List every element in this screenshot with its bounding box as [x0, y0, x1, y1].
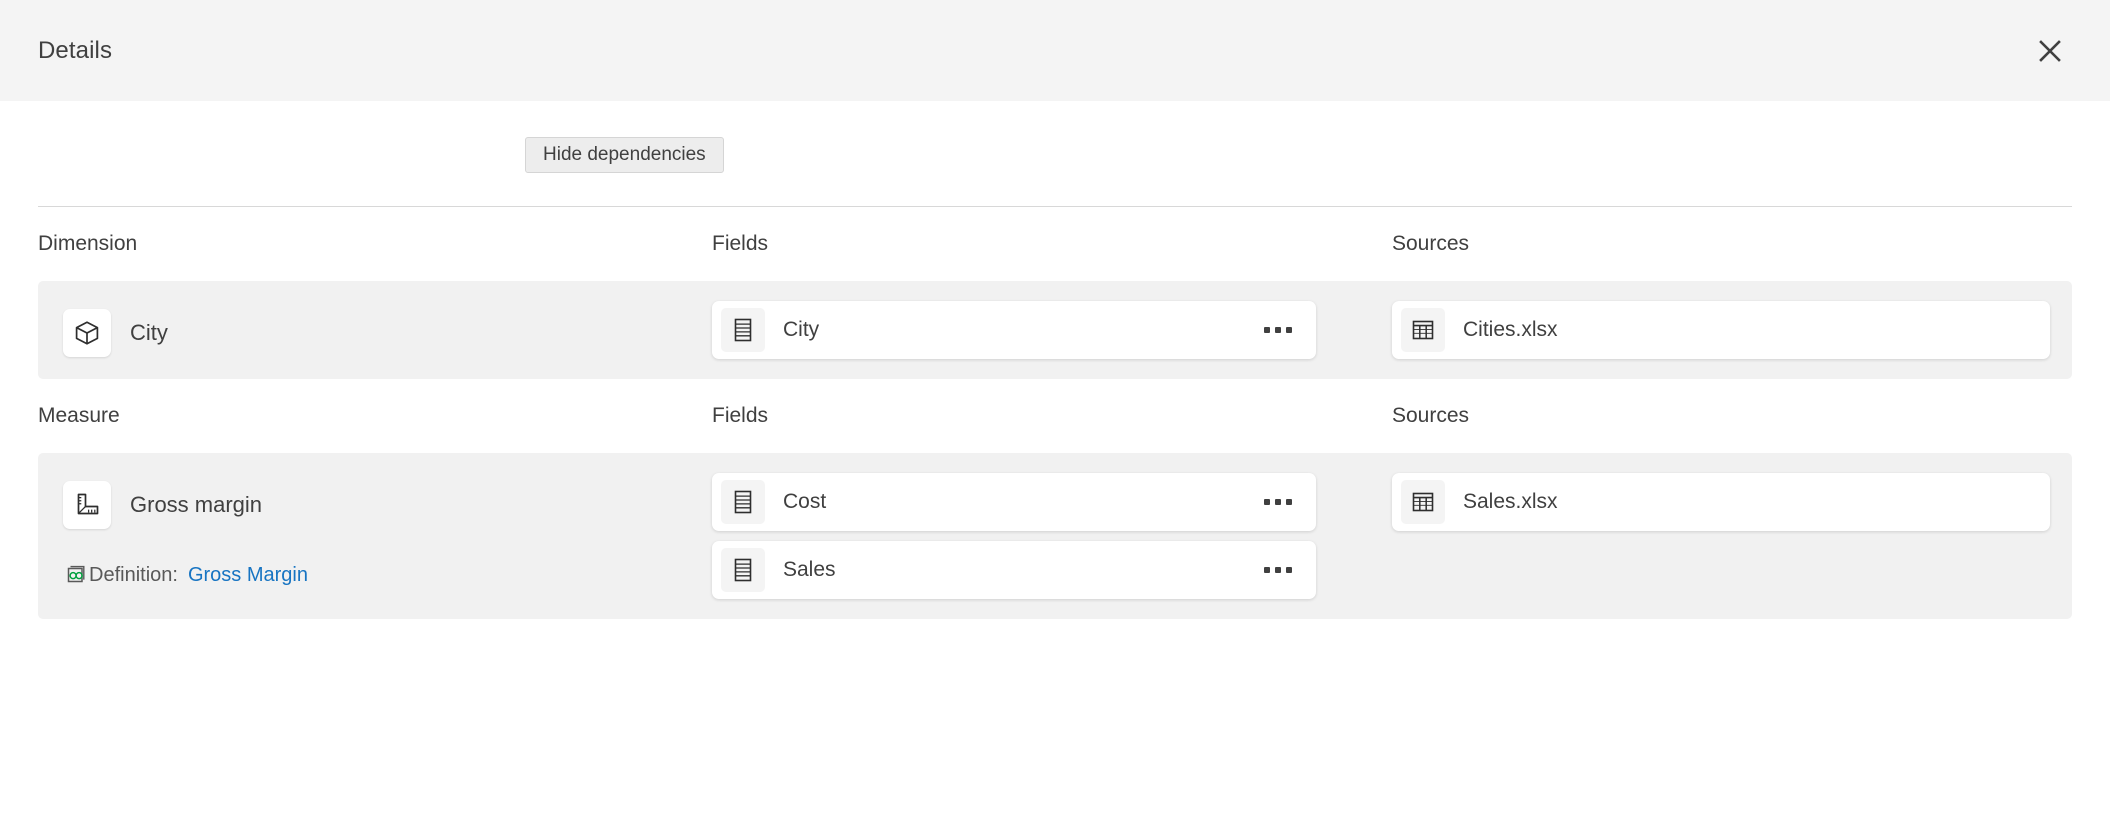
master-item-label: Gross margin	[130, 492, 262, 518]
field-card[interactable]: Sales	[712, 541, 1316, 599]
definition-row: Definition: Gross Margin	[64, 563, 712, 587]
measure-sources-column: Sales.xlsx	[1392, 473, 2072, 599]
dimension-sources-column: Cities.xlsx	[1392, 301, 2072, 359]
column-header-measure: Measure	[38, 404, 712, 428]
field-icon	[721, 548, 765, 592]
panel-body: Hide dependencies Dimension Fields Sourc…	[0, 101, 2110, 619]
column-header-sources: Sources	[1392, 232, 2072, 256]
source-card[interactable]: Sales.xlsx	[1392, 473, 2050, 531]
page-title: Details	[38, 37, 112, 65]
panel-header: Details	[0, 0, 2110, 101]
close-button[interactable]	[2024, 25, 2076, 77]
field-label: Sales	[783, 558, 1258, 582]
column-header-sources: Sources	[1392, 404, 2072, 428]
dimension-item-column: City	[38, 301, 712, 359]
master-item-label: City	[130, 320, 168, 346]
field-card[interactable]: City	[712, 301, 1316, 359]
table-icon	[1401, 480, 1445, 524]
source-label: Sales.xlsx	[1463, 490, 2032, 514]
definition-label: Definition:	[89, 564, 178, 587]
field-label: Cost	[783, 490, 1258, 514]
cube-icon	[63, 309, 111, 357]
dimension-section: Dimension Fields Sources City	[0, 207, 2110, 379]
close-icon	[2037, 38, 2063, 64]
kebab-menu-icon[interactable]	[1258, 482, 1298, 522]
field-card[interactable]: Cost	[712, 473, 1316, 531]
dimension-row: City City	[38, 281, 2072, 379]
master-measure-icon	[64, 563, 88, 587]
toolbar: Hide dependencies	[0, 101, 2110, 173]
field-label: City	[783, 318, 1258, 342]
table-icon	[1401, 308, 1445, 352]
kebab-menu-icon[interactable]	[1258, 310, 1298, 350]
measure-row: Gross margin Definition: Gros	[38, 453, 2072, 619]
dimension-column-headers: Dimension Fields Sources	[0, 207, 2110, 281]
measure-fields-column: Cost Sales	[712, 473, 1392, 599]
source-label: Cities.xlsx	[1463, 318, 2032, 342]
measure-item-column: Gross margin Definition: Gros	[38, 473, 712, 599]
source-card[interactable]: Cities.xlsx	[1392, 301, 2050, 359]
column-header-fields: Fields	[712, 404, 1392, 428]
definition-link[interactable]: Gross Margin	[188, 564, 308, 587]
kebab-menu-icon[interactable]	[1258, 550, 1298, 590]
column-header-fields: Fields	[712, 232, 1392, 256]
ruler-icon	[63, 481, 111, 529]
hide-dependencies-button[interactable]: Hide dependencies	[525, 137, 724, 173]
field-icon	[721, 308, 765, 352]
master-item-city[interactable]: City	[63, 307, 712, 359]
dimension-fields-column: City	[712, 301, 1392, 359]
column-header-dimension: Dimension	[38, 232, 712, 256]
measure-section: Measure Fields Sources Gross	[0, 379, 2110, 619]
field-icon	[721, 480, 765, 524]
master-item-gross-margin[interactable]: Gross margin	[63, 479, 712, 531]
details-panel: Details Hide dependencies Dimension Fiel…	[0, 0, 2110, 816]
measure-column-headers: Measure Fields Sources	[0, 379, 2110, 453]
